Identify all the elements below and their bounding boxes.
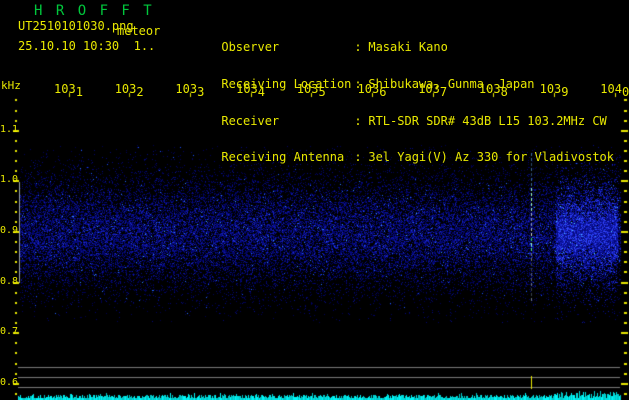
info-row-antenna: Receiving Antenna:3el Yagi(V) Az 330 for…	[178, 139, 614, 163]
time-axis-label: 1035	[296, 82, 326, 99]
time-axis-label: 1031	[54, 82, 83, 99]
freq-axis-label: 0.7	[0, 326, 19, 338]
info-separator: :	[354, 113, 362, 128]
info-label: Observer	[221, 40, 280, 54]
time-axis-label: 1033	[175, 82, 205, 99]
hrofft-window: H R O F F T UT2510101030.png meteor 25.1…	[0, 0, 629, 400]
y-axis-unit: kHz	[1, 79, 21, 92]
time-axis-label: 1039	[539, 82, 569, 99]
info-value: RTL-SDR SDR# 43dB L15 103.2MHz CW	[368, 113, 607, 128]
freq-axis-label: 0.6	[0, 376, 19, 388]
info-label: Receiver	[221, 113, 280, 128]
freq-axis-label: 1.1	[0, 123, 19, 135]
info-value: 3el Yagi(V) Az 330 for Vladivostok	[368, 150, 614, 165]
info-value: Masaki Kano	[368, 40, 448, 54]
info-row-receiver: Receiver: RTL-SDR SDR# 43dB L15 103.2MHz …	[178, 103, 614, 127]
freq-axis-label: 1.0	[0, 174, 19, 186]
info-value: Shibukawa, Gunma, Japan	[368, 76, 535, 91]
time-axis-label: 1032	[114, 82, 144, 99]
time-axis-label: 1040	[600, 82, 629, 99]
info-separator: :	[354, 150, 362, 165]
time-axis-label: 1037	[418, 82, 448, 99]
freq-axis-label: 0.8	[0, 275, 19, 287]
time-axis-label: 1038	[478, 82, 508, 99]
info-separator: :	[354, 40, 362, 54]
observation-name: meteor	[117, 24, 161, 38]
freq-axis-label: 0.9	[0, 225, 19, 236]
app-title: H R O F F T	[34, 3, 155, 19]
info-row-location: Receiving Location: Shibukawa, Gunma, Jap…	[178, 66, 614, 90]
info-label: Receiving Antenna	[221, 150, 345, 165]
time-axis-label: 1034	[236, 82, 266, 99]
timestamp: 25.10.10 10:30 1..	[18, 39, 156, 53]
info-row-observer: Observer: Masaki Kano	[178, 29, 614, 53]
time-axis-label: 1036	[357, 82, 387, 99]
